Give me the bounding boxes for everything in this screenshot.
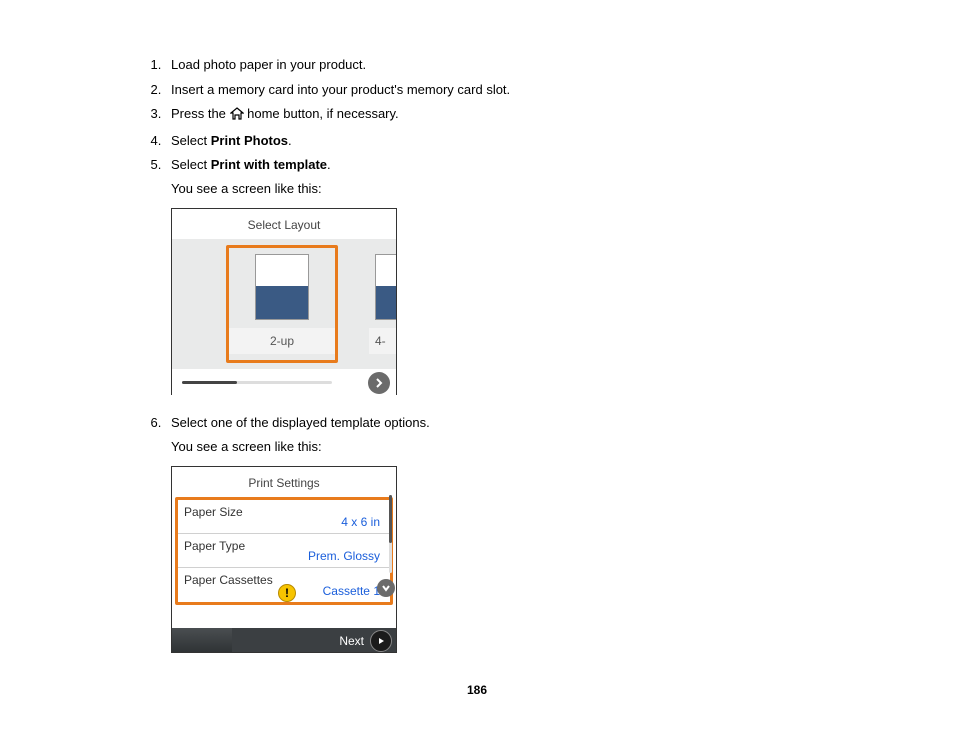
setting-paper-type[interactable]: Paper Type Prem. Glossy bbox=[178, 534, 390, 568]
setting-paper-cassettes[interactable]: Paper Cassettes ! Cassette 1 bbox=[178, 568, 390, 602]
print-settings-footer: Next bbox=[172, 628, 396, 652]
layout-thumb-4up bbox=[375, 254, 396, 320]
setting-paper-size[interactable]: Paper Size 4 x 6 in bbox=[178, 500, 390, 534]
next-button[interactable] bbox=[370, 630, 392, 652]
step-6-subtext: You see a screen like this: bbox=[171, 437, 827, 457]
step-3-pre: Press the bbox=[171, 106, 230, 121]
screenshot-print-settings: Print Settings Paper Size 4 x 6 in Paper… bbox=[171, 466, 397, 653]
step-4-post: . bbox=[288, 133, 292, 148]
print-settings-title: Print Settings bbox=[172, 467, 396, 497]
home-icon bbox=[230, 106, 244, 126]
chevron-right-icon bbox=[374, 378, 384, 388]
screenshot-select-layout: Select Layout 2-up 4- bbox=[171, 208, 397, 395]
step-4-bold: Print Photos bbox=[211, 133, 288, 148]
step-4-pre: Select bbox=[171, 133, 211, 148]
step-3-post: home button, if necessary. bbox=[244, 106, 399, 121]
step-5-bold: Print with template bbox=[211, 157, 327, 172]
layout-options-area: 2-up 4- bbox=[172, 239, 396, 369]
step-6: Select one of the displayed template opt… bbox=[165, 413, 827, 653]
step-2: Insert a memory card into your product's… bbox=[165, 80, 827, 100]
step-6-text: Select one of the displayed template opt… bbox=[171, 415, 430, 430]
step-3: Press the home button, if necessary. bbox=[165, 104, 827, 126]
scroll-down-button[interactable] bbox=[377, 579, 395, 597]
paper-cassettes-value: Cassette 1 bbox=[323, 582, 380, 600]
paper-size-value: 4 x 6 in bbox=[341, 513, 380, 531]
warning-icon: ! bbox=[278, 584, 296, 602]
step-5-pre: Select bbox=[171, 157, 211, 172]
settings-list: Paper Size 4 x 6 in Paper Type Prem. Glo… bbox=[175, 497, 393, 605]
step-5: Select Print with template. You see a sc… bbox=[165, 155, 827, 395]
layout-thumb-2up bbox=[255, 254, 309, 320]
select-layout-title: Select Layout bbox=[172, 209, 396, 239]
play-icon bbox=[376, 636, 386, 646]
next-label: Next bbox=[339, 632, 364, 650]
vertical-scroll-thumb[interactable] bbox=[389, 495, 392, 543]
footer-left-strip bbox=[172, 628, 232, 652]
instruction-list: Load photo paper in your product. Insert… bbox=[127, 55, 827, 653]
step-5-subtext: You see a screen like this: bbox=[171, 179, 827, 199]
layout-option-2up[interactable]: 2-up bbox=[226, 245, 338, 363]
paper-type-value: Prem. Glossy bbox=[308, 547, 380, 565]
horizontal-scroll-thumb[interactable] bbox=[182, 381, 237, 384]
scroll-right-button[interactable] bbox=[368, 372, 390, 394]
page-number: 186 bbox=[127, 683, 827, 697]
step-5-post: . bbox=[327, 157, 331, 172]
step-4: Select Print Photos. bbox=[165, 131, 827, 151]
chevron-down-icon bbox=[381, 583, 391, 593]
layout-scrollbar-area bbox=[172, 369, 396, 397]
layout-option-4up-partial[interactable]: 4- bbox=[366, 245, 396, 363]
horizontal-scroll-track[interactable] bbox=[182, 381, 332, 384]
vertical-scroll-track[interactable] bbox=[389, 495, 392, 573]
step-1: Load photo paper in your product. bbox=[165, 55, 827, 75]
layout-label-4up: 4- bbox=[369, 328, 396, 354]
layout-label-2up: 2-up bbox=[229, 328, 335, 354]
